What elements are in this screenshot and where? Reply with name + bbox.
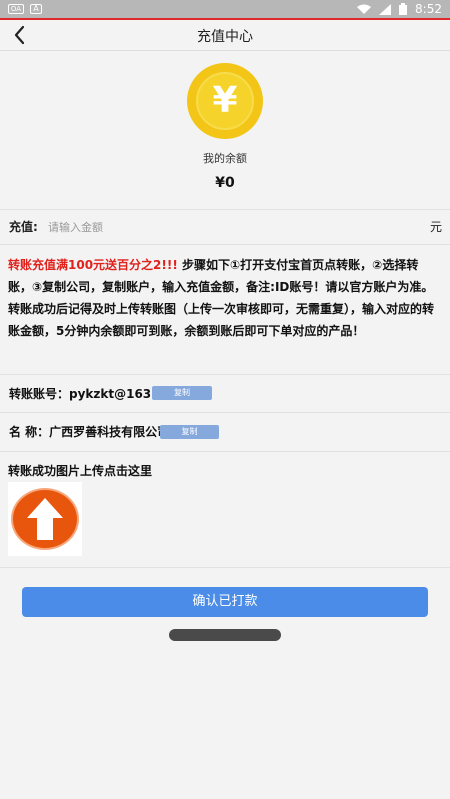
recharge-label: 充值: [9,220,38,234]
copy-company-button[interactable]: 复制 [160,425,219,439]
transfer-instructions: 转账充值满100元送百分之2!!! 步骤如下①打开支付宝首页点转账，②选择转账，… [8,254,442,342]
upload-arrow-icon [11,488,79,550]
page-title: 充值中心 [197,29,253,45]
home-indicator[interactable] [169,629,281,641]
status-left-icons: OA A [8,4,42,14]
upload-button[interactable] [8,482,82,556]
balance-label: 我的余额 [203,152,247,165]
account-row: 转账账号：pykzkt@163.com 复制 [0,375,450,411]
copy-account-button[interactable]: 复制 [152,386,212,400]
recharge-row: 充值: 元 [0,210,450,244]
company-row: 名 称：广西罗善科技有限公司 复制 [0,413,450,449]
wifi-icon [357,4,372,14]
arrow-up-icon [27,498,63,540]
status-right-icons: 8:52 [357,2,442,16]
status-time: 8:52 [415,2,442,16]
coin-icon: ¥ [187,63,263,139]
balance-value: ¥0 [215,175,235,191]
currency-unit: 元 [429,220,442,234]
company-text: 名 称：广西罗善科技有限公司 [9,425,170,439]
divider [0,244,450,245]
notification-app-icon: A [30,4,42,14]
battery-icon [399,3,408,15]
nav-bar: 充值中心 [0,20,450,51]
upload-label: 转账成功图片上传点击这里 [8,464,153,478]
promo-highlight: 转账充值满100元送百分之2!!! [8,258,178,272]
yen-symbol: ¥ [196,72,254,130]
notification-icon: OA [8,4,24,14]
amount-input[interactable] [48,215,408,239]
divider [0,451,450,452]
signal-icon [379,3,392,15]
confirm-payment-button[interactable]: 确认已打款 [22,587,428,617]
status-bar: OA A 8:52 [0,0,450,18]
divider [0,567,450,568]
